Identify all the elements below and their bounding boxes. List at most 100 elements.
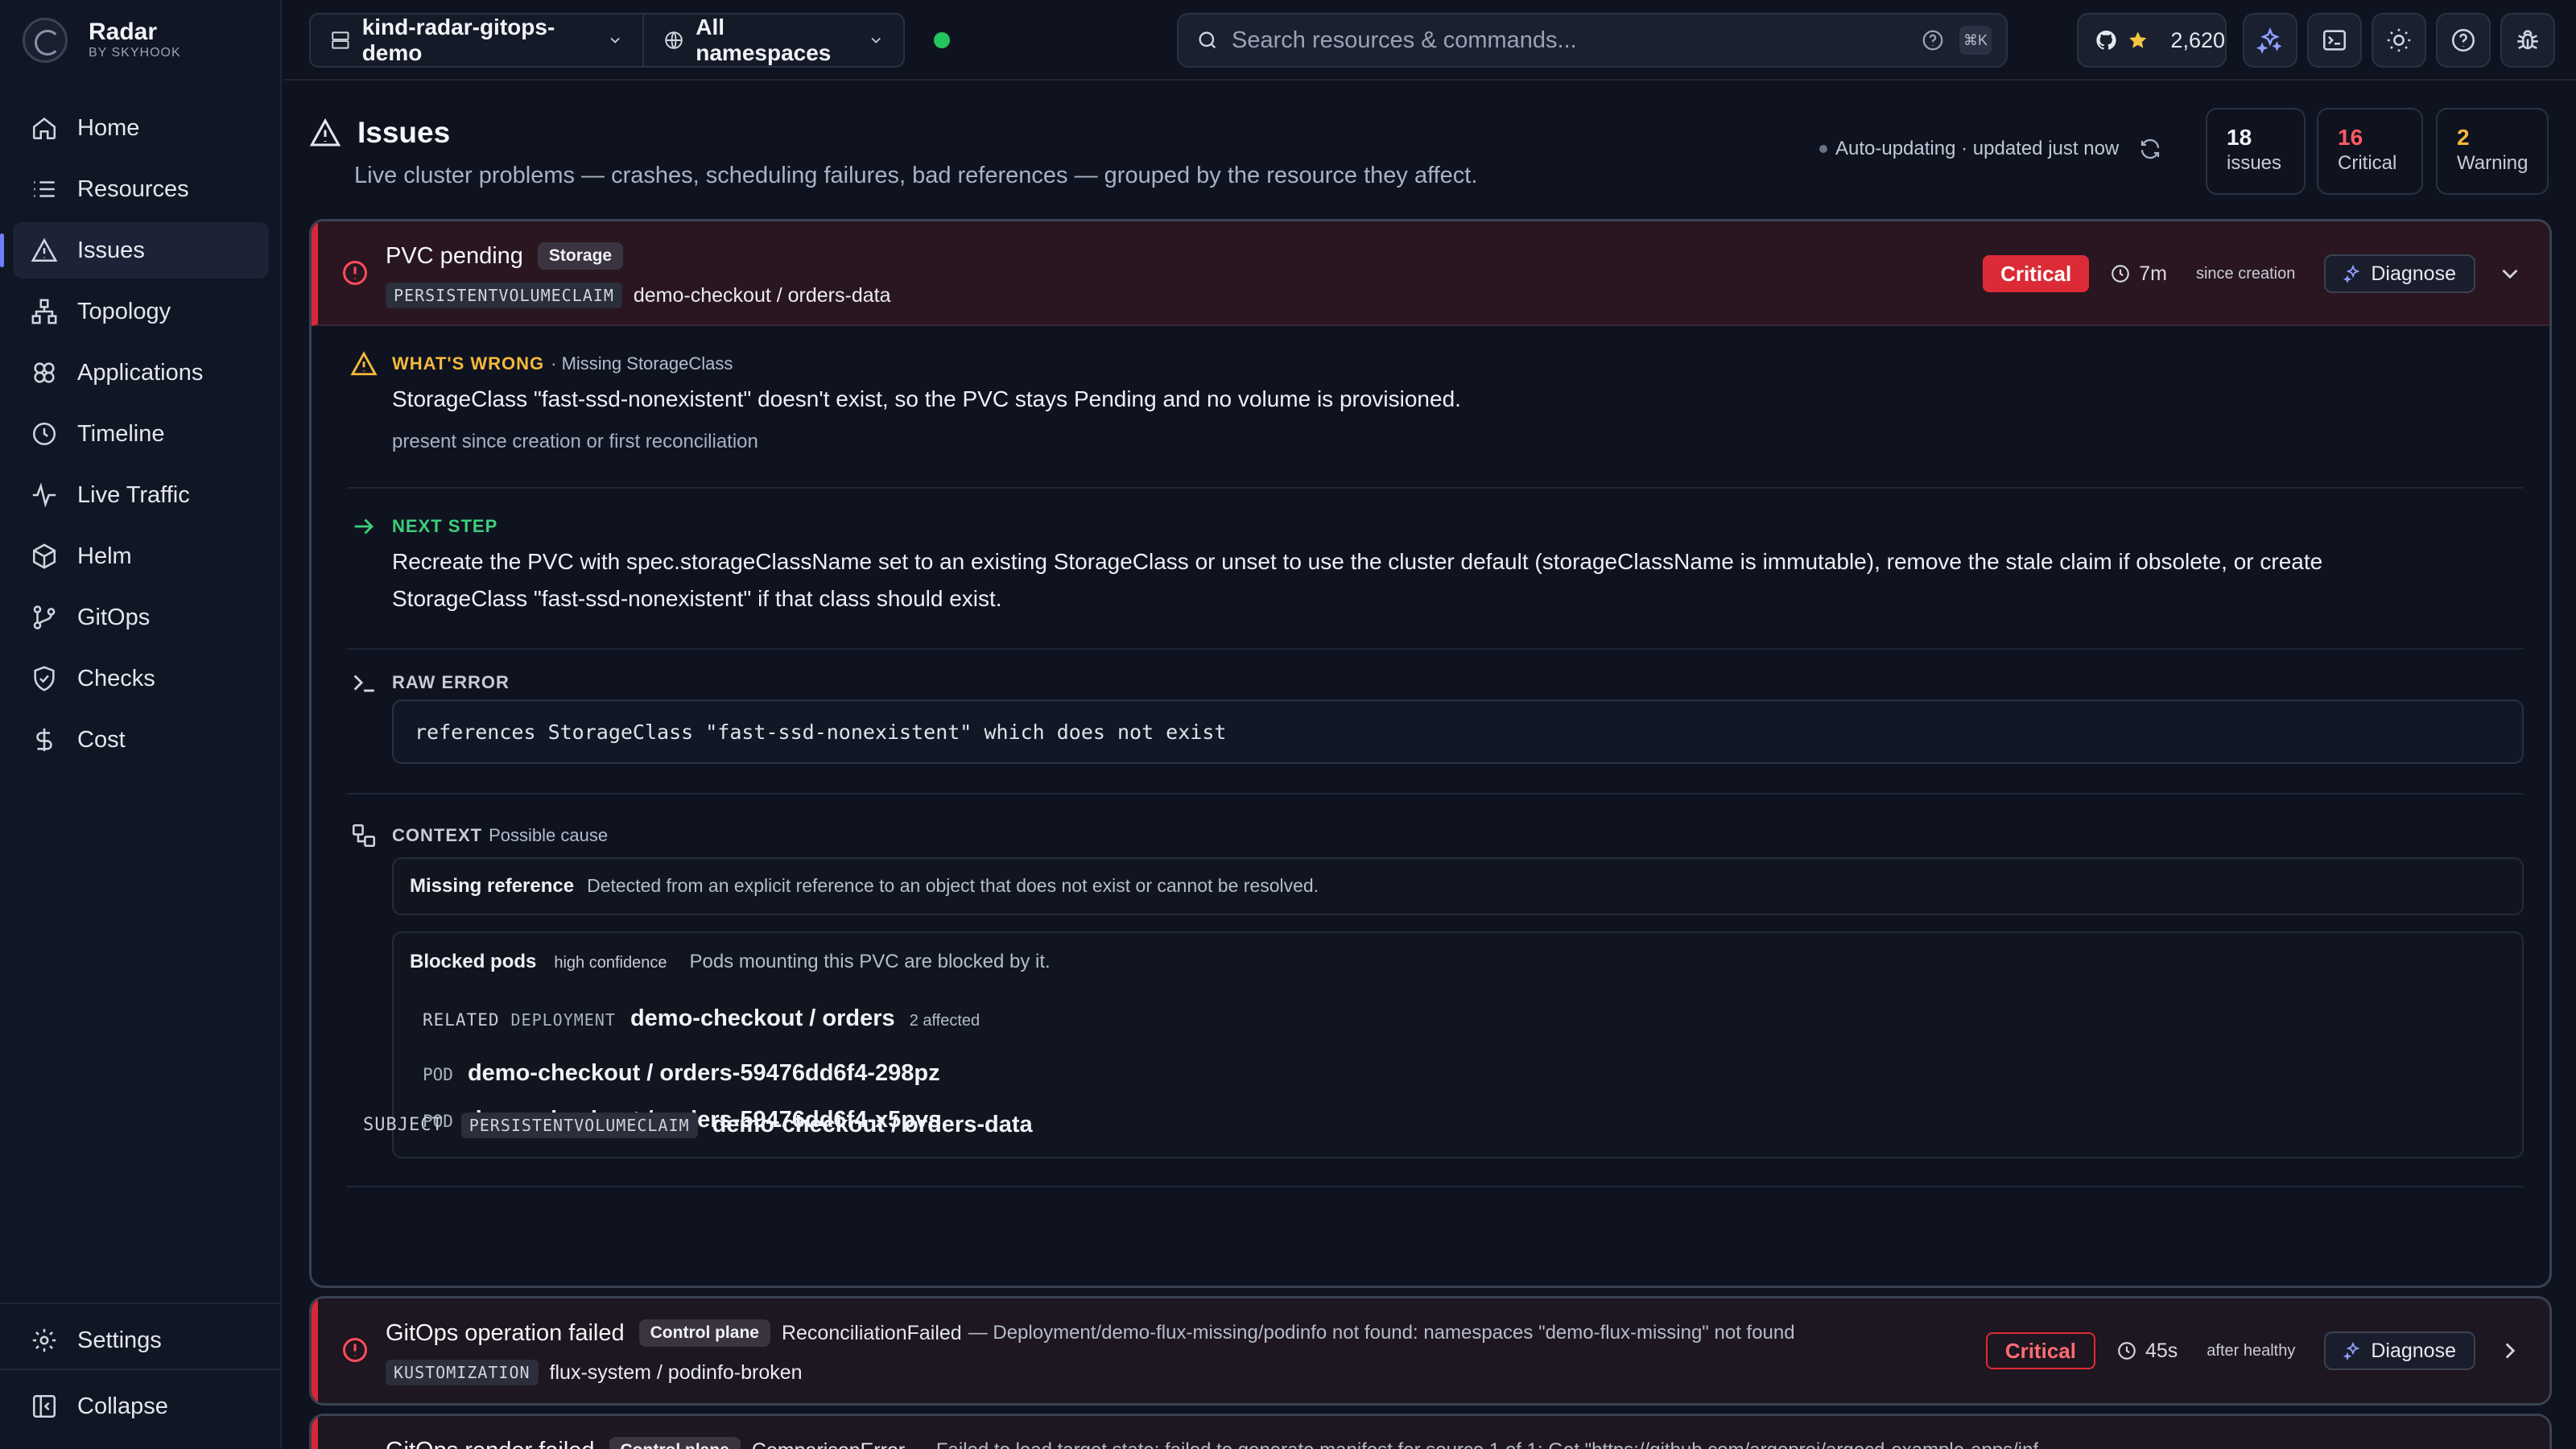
topbar: kind-radar-gitops-demo All namespaces ⌘K… [283, 0, 2576, 80]
section-label: WHAT'S WRONG [392, 353, 545, 374]
stat-critical[interactable]: 16 Critical [2317, 108, 2423, 195]
sidebar-item-label: GitOps [77, 604, 151, 630]
issue-header[interactable]: GitOps render failed Control plane Compa… [312, 1416, 2549, 1449]
pod-link[interactable]: demo-checkout / orders-59476dd6f4-298pz [468, 1060, 940, 1087]
issue-reason: ComparisonError [752, 1439, 905, 1449]
issue-title: GitOps operation failed [386, 1319, 625, 1346]
pod-label: POD [423, 1065, 453, 1084]
category-badge: Storage [537, 242, 624, 270]
resource-name[interactable]: flux-system / podinfo-broken [550, 1361, 803, 1385]
stat-warning[interactable]: 2 Warning [2436, 108, 2549, 195]
stat-total-issues[interactable]: 18 issues [2206, 108, 2306, 195]
subject-resource-link[interactable]: demo-checkout / orders-data [712, 1112, 1033, 1138]
resource-kind-badge: PERSISTENTVOLUMECLAIM [460, 1112, 698, 1138]
brand[interactable]: Radar BY SKYHOOK [23, 16, 181, 64]
auto-update-dot [1819, 145, 1827, 153]
diagnose-label: Diagnose [2371, 1339, 2456, 1362]
section-label: RAW ERROR [392, 672, 510, 692]
chevron-right-icon[interactable] [2496, 1337, 2524, 1364]
related-deployment-link[interactable]: demo-checkout / orders [630, 1005, 895, 1032]
issue-header[interactable]: PVC pending Storage PERSISTENTVOLUMECLAI… [312, 221, 2549, 326]
terminal-button[interactable] [2307, 13, 2362, 68]
whats-wrong-text: StorageClass "fast-ssd-nonexistent" does… [392, 386, 1461, 411]
github-stars-button[interactable]: 2,620 [2077, 13, 2227, 68]
sidebar-item-gitops[interactable]: GitOps [13, 589, 269, 646]
issue-card-gitops-render-failed[interactable]: GitOps render failed Control plane Compa… [309, 1414, 2552, 1449]
sidebar-item-helm[interactable]: Helm [13, 528, 269, 584]
next-step-line: Recreate the PVC with spec.storageClassN… [392, 549, 2323, 574]
sidebar-item-cost[interactable]: Cost [13, 712, 269, 768]
ai-assistant-button[interactable] [2243, 13, 2297, 68]
sidebar-item-label: Collapse [77, 1393, 168, 1419]
cluster-selector[interactable]: kind-radar-gitops-demo [311, 14, 642, 66]
help-circle-icon [2451, 28, 2475, 52]
collapse-icon [32, 1394, 56, 1418]
sidebar-item-label: Timeline [77, 420, 165, 447]
sidebar-item-label: Resources [77, 175, 189, 202]
category-badge: Control plane [609, 1437, 741, 1449]
stat-number: 2 [2457, 125, 2470, 150]
pod-row: POD demo-checkout / orders-59476dd6f4-29… [423, 1060, 940, 1087]
related-label: RELATED [423, 1010, 500, 1030]
issue-title: PVC pending [386, 242, 523, 269]
chevron-down-icon [871, 37, 881, 43]
diagnose-button[interactable]: Diagnose [2324, 254, 2475, 293]
github-star-count: 2,620 [2170, 27, 2225, 52]
topology-icon [31, 299, 57, 324]
warning-icon [350, 351, 378, 376]
sidebar-item-label: Topology [77, 298, 171, 324]
globe-icon [665, 31, 683, 49]
sidebar-item-home[interactable]: Home [13, 100, 269, 156]
clock-icon [2112, 265, 2130, 283]
search-input[interactable] [1232, 27, 1921, 54]
sidebar-item-resources[interactable]: Resources [13, 161, 269, 217]
help-circle-icon[interactable] [1921, 28, 1945, 52]
sidebar-divider [0, 1302, 282, 1304]
issue-title: GitOps render failed [386, 1438, 595, 1449]
sun-icon [2387, 28, 2411, 52]
github-icon [2096, 30, 2116, 50]
context-title: Blocked pods [410, 951, 537, 972]
section-label: CONTEXT [392, 825, 483, 845]
sidebar-item-label: Issues [77, 237, 145, 263]
sidebar-item-issues[interactable]: Issues [0, 222, 269, 279]
alert-circle-icon [343, 1338, 367, 1362]
help-button[interactable] [2436, 13, 2491, 68]
issue-header[interactable]: GitOps operation failed Control plane Re… [312, 1298, 2549, 1403]
sidebar-item-settings[interactable]: Settings [13, 1312, 269, 1368]
resource-name[interactable]: demo-checkout / orders-data [634, 284, 891, 308]
context-selector: kind-radar-gitops-demo All namespaces [309, 13, 905, 68]
alert-circle-icon [343, 261, 367, 285]
related-deployment: RELATED DEPLOYMENT demo-checkout / order… [423, 1005, 980, 1032]
shapes-icon [352, 824, 376, 848]
bug-icon [2517, 30, 2538, 50]
search-bar[interactable]: ⌘K [1177, 13, 2008, 68]
sidebar-item-topology[interactable]: Topology [13, 283, 269, 340]
sidebar-item-timeline[interactable]: Timeline [13, 406, 269, 462]
stat-number: 18 [2227, 125, 2252, 150]
next-step-text: Recreate the PVC with spec.storageClassN… [392, 543, 2453, 617]
issue-card-gitops-operation-failed[interactable]: GitOps operation failed Control plane Re… [309, 1296, 2552, 1406]
debug-button[interactable] [2500, 13, 2555, 68]
theme-toggle-button[interactable] [2372, 13, 2426, 68]
sidebar-item-live-traffic[interactable]: Live Traffic [13, 467, 269, 523]
sidebar-item-label: Helm [77, 543, 132, 569]
sidebar-collapse-button[interactable]: Collapse [13, 1378, 269, 1435]
sidebar-item-checks[interactable]: Checks [13, 650, 269, 707]
refresh-icon[interactable] [2138, 137, 2162, 161]
chevron-down-icon[interactable] [2496, 260, 2524, 287]
home-icon [32, 118, 56, 140]
sidebar-item-label: Live Traffic [77, 481, 190, 508]
confidence-label: high confidence [554, 954, 667, 972]
issue-age-value: 45s [2145, 1339, 2178, 1362]
cluster-name: kind-radar-gitops-demo [361, 14, 555, 65]
clock-icon [32, 422, 56, 446]
sidebar-item-applications[interactable]: Applications [13, 345, 269, 401]
context-text: Detected from an explicit reference to a… [587, 875, 1319, 896]
diagnose-button[interactable]: Diagnose [2324, 1331, 2475, 1370]
namespace-selector[interactable]: All namespaces [644, 14, 903, 66]
pulse-icon [32, 482, 56, 508]
main-content: Issues Live cluster problems — crashes, … [283, 82, 2576, 1449]
stat-label: issues [2227, 152, 2282, 174]
issue-age-note: after healthy [2207, 1341, 2296, 1360]
